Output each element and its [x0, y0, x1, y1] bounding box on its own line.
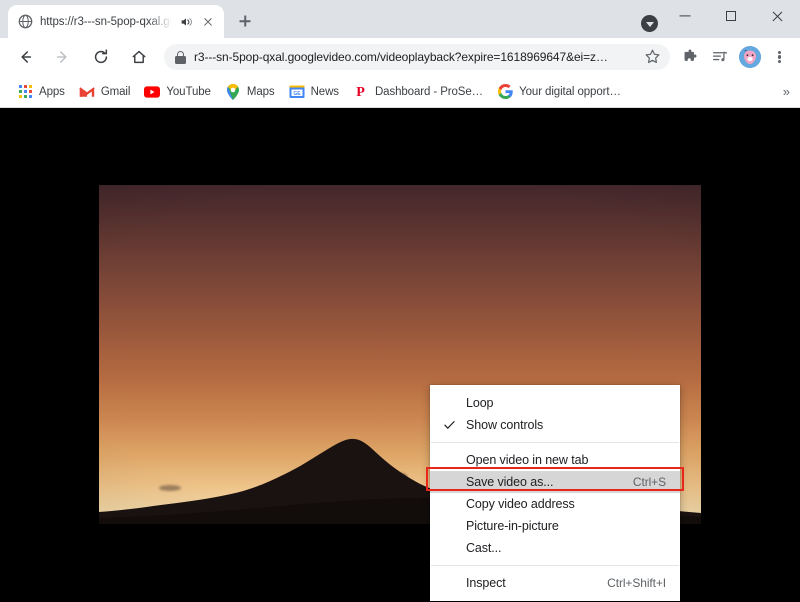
- bookmark-youtube[interactable]: YouTube: [137, 81, 218, 103]
- google-g-icon: [497, 84, 513, 100]
- svg-text:GE: GE: [293, 90, 301, 96]
- maximize-button[interactable]: [708, 0, 754, 32]
- kebab-menu-icon: [778, 49, 782, 65]
- menu-item-label: Save video as...: [466, 475, 633, 489]
- page-content: Loop Show controls Open video in new tab: [0, 108, 800, 602]
- youtube-icon: [144, 84, 160, 100]
- menu-separator: [431, 442, 679, 443]
- extensions-button[interactable]: [676, 43, 704, 71]
- maps-pin-icon: [225, 84, 241, 100]
- globe-icon: [18, 14, 33, 29]
- browser-menu-button[interactable]: [766, 43, 794, 71]
- bookmark-label: Dashboard - ProSe…: [375, 86, 483, 98]
- tab-title: https://r3---sn-5pop-qxal.go: [40, 16, 172, 28]
- avatar: [739, 46, 761, 68]
- menu-item-label: Inspect: [466, 576, 607, 590]
- bookmark-apps[interactable]: Apps: [10, 81, 72, 103]
- menu-item-label: Loop: [466, 396, 666, 410]
- bookmark-your-digital-opportunity[interactable]: Your digital opport…: [490, 81, 628, 103]
- menu-item-shortcut: Ctrl+S: [633, 475, 666, 489]
- menu-item-shortcut: Ctrl+Shift+I: [607, 576, 666, 590]
- window-controls: [662, 0, 800, 32]
- checkmark-icon: [444, 420, 455, 431]
- menu-item-label: Open video in new tab: [466, 453, 666, 467]
- menu-separator: [431, 565, 679, 566]
- forward-button[interactable]: [48, 42, 78, 72]
- browser-tab[interactable]: https://r3---sn-5pop-qxal.go: [8, 5, 224, 38]
- download-arrow-icon: [646, 22, 654, 27]
- new-tab-button[interactable]: [231, 7, 259, 35]
- close-window-button[interactable]: [754, 0, 800, 32]
- svg-text:P: P: [357, 84, 366, 99]
- context-menu-group: Inspect Ctrl+Shift+I: [430, 572, 680, 594]
- bookmarks-overflow-icon[interactable]: »: [783, 84, 790, 99]
- download-indicator[interactable]: [641, 15, 658, 32]
- menu-item-label: Copy video address: [466, 497, 666, 511]
- bookmark-label: Apps: [39, 86, 65, 98]
- bookmark-label: Maps: [247, 86, 275, 98]
- lock-icon: [175, 51, 186, 64]
- bookmark-gmail[interactable]: Gmail: [72, 81, 138, 103]
- browser-toolbar: r3---sn-5pop-qxal.googlevideo.com/videop…: [0, 38, 800, 76]
- bookmark-label: News: [311, 86, 339, 98]
- menu-item-picture-in-picture[interactable]: Picture-in-picture: [430, 515, 680, 537]
- bookmarks-bar: Apps Gmail YouTube: [0, 76, 800, 108]
- context-menu-group: Loop Show controls: [430, 392, 680, 436]
- pinterest-icon: P: [353, 84, 369, 100]
- address-bar[interactable]: r3---sn-5pop-qxal.googlevideo.com/videop…: [164, 44, 670, 70]
- address-bar-url: r3---sn-5pop-qxal.googlevideo.com/videop…: [194, 50, 636, 64]
- browser-window: https://r3---sn-5pop-qxal.go: [0, 0, 800, 602]
- menu-item-copy-video-address[interactable]: Copy video address: [430, 493, 680, 515]
- menu-item-label: Show controls: [466, 418, 666, 432]
- gmail-icon: [79, 84, 95, 100]
- menu-item-label: Cast...: [466, 541, 666, 555]
- menu-item-show-controls[interactable]: Show controls: [430, 414, 680, 436]
- media-control-icon[interactable]: [706, 43, 734, 71]
- menu-item-save-video-as[interactable]: Save video as... Ctrl+S: [430, 471, 680, 493]
- context-menu-group: Open video in new tab Save video as... C…: [430, 449, 680, 559]
- bookmark-label: Your digital opport…: [519, 86, 621, 98]
- star-icon[interactable]: [644, 48, 662, 66]
- bookmark-dashboard[interactable]: P Dashboard - ProSe…: [346, 81, 490, 103]
- speaker-playing-icon[interactable]: [179, 15, 193, 29]
- home-button[interactable]: [124, 42, 154, 72]
- menu-item-open-video-in-new-tab[interactable]: Open video in new tab: [430, 449, 680, 471]
- menu-item-inspect[interactable]: Inspect Ctrl+Shift+I: [430, 572, 680, 594]
- tab-strip: https://r3---sn-5pop-qxal.go: [0, 0, 800, 38]
- minimize-button[interactable]: [662, 0, 708, 32]
- google-news-icon: GE: [289, 84, 305, 100]
- reload-button[interactable]: [86, 42, 116, 72]
- profile-avatar[interactable]: [736, 43, 764, 71]
- back-button[interactable]: [10, 42, 40, 72]
- menu-item-cast[interactable]: Cast...: [430, 537, 680, 559]
- apps-grid-icon: [17, 84, 33, 100]
- menu-item-label: Picture-in-picture: [466, 519, 666, 533]
- tab-close-icon[interactable]: [200, 14, 216, 30]
- bookmark-news[interactable]: GE News: [282, 81, 346, 103]
- bookmark-label: YouTube: [166, 86, 211, 98]
- menu-item-loop[interactable]: Loop: [430, 392, 680, 414]
- bookmark-maps[interactable]: Maps: [218, 81, 282, 103]
- video-context-menu[interactable]: Loop Show controls Open video in new tab: [430, 385, 680, 601]
- bookmark-label: Gmail: [101, 86, 131, 98]
